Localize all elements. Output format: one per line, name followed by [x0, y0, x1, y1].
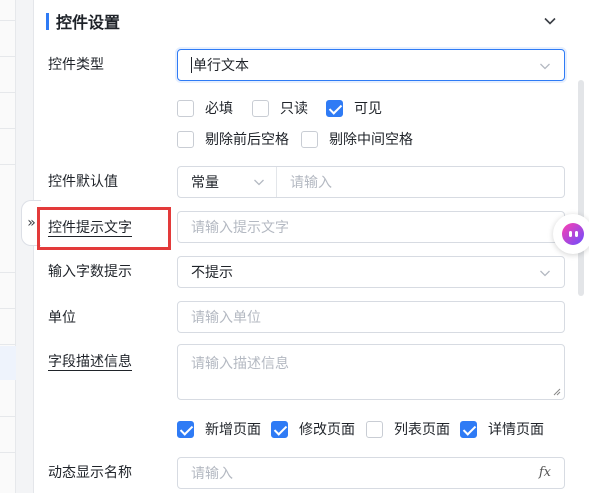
checkbox-box — [271, 420, 288, 438]
resize-grip-icon[interactable] — [552, 387, 561, 396]
checkbox-label: 详情页面 — [488, 422, 544, 438]
hint-text-placeholder: 请输入提示文字 — [191, 220, 289, 236]
page-detail-checkbox[interactable]: 详情页面 — [460, 419, 544, 439]
highlight-box — [37, 207, 171, 250]
checkbox-label: 剔除前后空格 — [205, 132, 289, 148]
char-count-value: 不提示 — [191, 265, 233, 281]
default-type-select[interactable]: 常量 — [178, 167, 277, 197]
dynamic-name-label: 动态显示名称 — [48, 465, 132, 481]
default-value-placeholder: 请输入 — [290, 175, 332, 191]
text-caret — [191, 57, 192, 73]
section-header: 控件设置 — [46, 11, 121, 32]
checkbox-label: 剔除中间空格 — [329, 132, 413, 148]
checkbox-label: 修改页面 — [299, 422, 355, 438]
chevron-down-icon — [254, 179, 264, 186]
checkbox-box — [460, 420, 477, 438]
checkbox-box — [366, 420, 383, 438]
unit-label: 单位 — [48, 310, 76, 326]
checkbox-label: 可见 — [354, 101, 382, 117]
trim-middle-checkbox[interactable]: 剔除中间空格 — [301, 129, 413, 149]
page-edit-checkbox[interactable]: 修改页面 — [271, 419, 355, 439]
unit-placeholder: 请输入单位 — [191, 310, 261, 326]
left-list-strip — [0, 0, 16, 493]
required-checkbox[interactable]: 必填 — [177, 98, 233, 118]
chevron-down-icon — [540, 270, 550, 277]
trim-edges-checkbox[interactable]: 剔除前后空格 — [177, 129, 289, 149]
readonly-checkbox[interactable]: 只读 — [252, 98, 308, 118]
control-type-select[interactable]: 单行文本 — [177, 49, 565, 81]
dynamic-name-placeholder: 请输入 — [191, 466, 233, 482]
checkbox-label: 新增页面 — [205, 422, 261, 438]
visible-checkbox[interactable]: 可见 — [326, 98, 382, 118]
page-add-checkbox[interactable]: 新增页面 — [177, 419, 261, 439]
checkbox-box — [326, 99, 343, 117]
checkbox-label: 必填 — [205, 101, 233, 117]
chevron-down-icon — [540, 63, 550, 70]
checkbox-label: 列表页面 — [394, 422, 450, 438]
chevron-down-icon[interactable] — [541, 12, 559, 30]
checkbox-box — [177, 99, 194, 117]
hint-text-input[interactable]: 请输入提示文字 — [177, 211, 565, 243]
checkbox-box — [177, 420, 194, 438]
selected-row[interactable] — [0, 346, 16, 380]
double-chevron-right-icon: » — [27, 215, 36, 231]
page-list-checkbox[interactable]: 列表页面 — [366, 419, 450, 439]
description-textarea[interactable]: 请输入描述信息 — [177, 344, 565, 400]
default-value-input[interactable]: 请输入 — [290, 167, 332, 197]
ai-assistant-button[interactable] — [553, 214, 589, 254]
default-value-label: 控件默认值 — [48, 174, 118, 190]
description-placeholder: 请输入描述信息 — [191, 356, 289, 372]
assistant-icon — [562, 223, 584, 245]
char-count-select[interactable]: 不提示 — [177, 256, 565, 288]
unit-input[interactable]: 请输入单位 — [177, 301, 565, 333]
checkbox-label: 只读 — [280, 101, 308, 117]
formula-icon[interactable]: fx — [539, 465, 551, 480]
description-label: 字段描述信息 — [48, 354, 132, 370]
checkbox-box — [252, 99, 269, 117]
checkbox-box — [301, 130, 318, 148]
dynamic-name-input[interactable]: 请输入 fx — [177, 457, 565, 489]
default-type-value: 常量 — [191, 175, 219, 191]
control-type-value: 单行文本 — [193, 58, 249, 74]
char-count-label: 输入字数提示 — [48, 264, 132, 280]
checkbox-box — [177, 130, 194, 148]
section-accent-bar — [46, 12, 49, 30]
section-title: 控件设置 — [56, 13, 121, 32]
default-value-group: 常量 请输入 — [177, 166, 565, 198]
scrollbar[interactable] — [578, 80, 584, 296]
control-type-label: 控件类型 — [48, 57, 104, 73]
